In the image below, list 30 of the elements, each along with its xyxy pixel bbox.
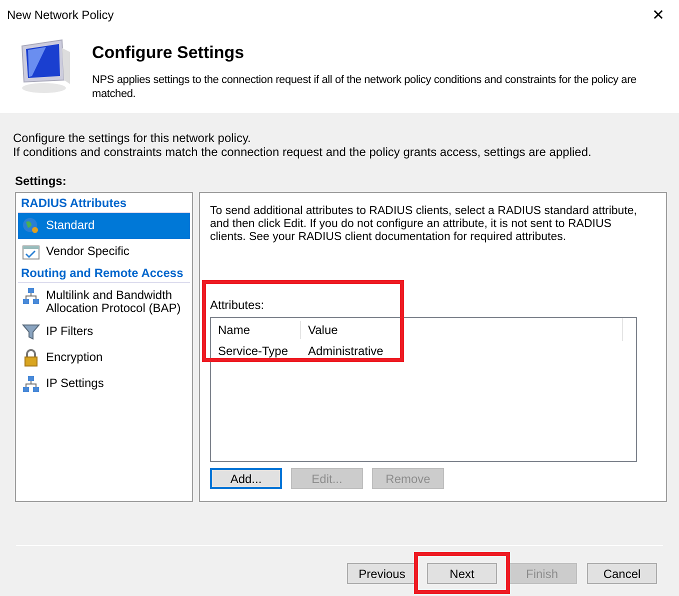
intro-text: Configure the settings for this network policy. bbox=[13, 131, 252, 145]
sidebar-item[interactable]: Encryption bbox=[18, 345, 190, 371]
sidebar-item[interactable]: IP Filters bbox=[18, 319, 190, 345]
table-cell-text: Administrative bbox=[307, 343, 384, 360]
settings-label: Settings: bbox=[14, 173, 68, 190]
table-cell-text: Service-Type bbox=[217, 343, 290, 360]
globe-icon bbox=[22, 217, 40, 235]
column-header[interactable]: Value bbox=[301, 320, 338, 338]
column-header[interactable]: Name bbox=[211, 320, 301, 338]
sidebar-item[interactable]: Multilink and Bandwidth Allocation Protocol (BAP) bbox=[18, 283, 190, 319]
panel-description: To send additional attributes to RADIUS clients, select a RADIUS standard attribute, and then click Edit. If you do not configure an attribute, it is not sent to RADIUS clients. See your RADIUS client documentation for required attributes. bbox=[210, 205, 638, 244]
sidebar-item[interactable]: Standard bbox=[18, 213, 190, 239]
funnel-icon bbox=[22, 323, 40, 341]
window-title: New Network Policy bbox=[7, 7, 114, 24]
close-button[interactable]: ✕ bbox=[648, 8, 669, 22]
checklist-icon bbox=[22, 243, 40, 261]
page-heading: Configure Settings bbox=[92, 42, 246, 64]
dialog-button[interactable]: Cancel bbox=[587, 563, 657, 584]
intro-text: If conditions and constraints match the connection request and the policy grants access, settings are applied. bbox=[13, 145, 592, 159]
dialog-button[interactable]: Previous bbox=[347, 563, 417, 584]
page-description: NPS applies settings to the connection request if all of the network policy conditions and constraints for the policy are matched. bbox=[92, 72, 638, 100]
dialog-button[interactable]: Next bbox=[427, 563, 497, 584]
sidebar-item[interactable]: Vendor Specific bbox=[18, 239, 190, 265]
dialog-button[interactable]: Add... bbox=[210, 468, 282, 489]
network-icon bbox=[22, 375, 40, 393]
sidebar-item[interactable]: IP Settings bbox=[18, 371, 190, 397]
network-icon bbox=[22, 287, 40, 305]
attributes-label: Attributes: bbox=[210, 297, 266, 314]
padlock-icon bbox=[22, 349, 40, 367]
category-heading: Routing and Remote Access bbox=[18, 265, 190, 283]
